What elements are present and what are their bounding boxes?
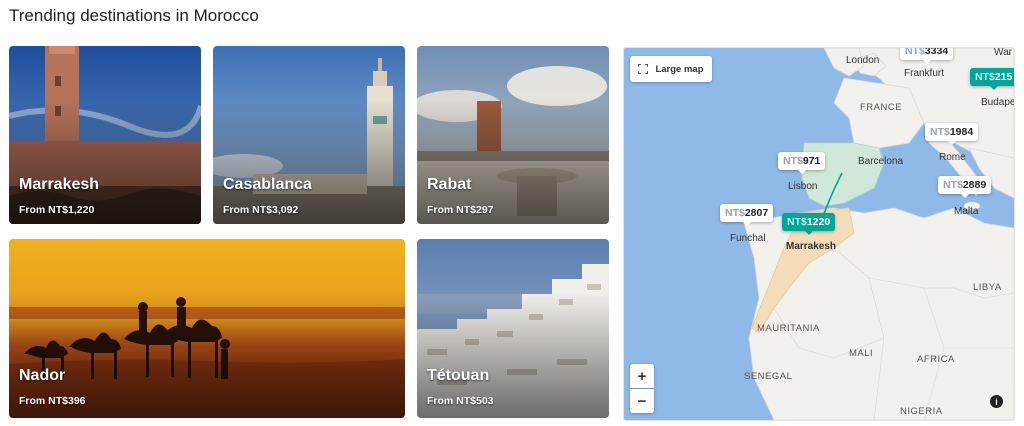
- destination-city: Nador: [19, 367, 66, 384]
- map-label-rome: Rome: [939, 152, 966, 163]
- destination-card-nador[interactable]: Nador From NT$396: [9, 239, 405, 418]
- map-label-lisbon: Lisbon: [788, 181, 818, 192]
- map-label-warsaw: War: [994, 47, 1012, 58]
- destination-city: Tétouan: [427, 367, 490, 384]
- large-map-button[interactable]: Large map: [630, 56, 712, 82]
- zoom-in-button[interactable]: +: [630, 364, 654, 388]
- minus-icon: −: [637, 392, 647, 410]
- zoom-out-button[interactable]: −: [630, 389, 654, 413]
- destination-map[interactable]: Large map London Frankfurt War Budapes F…: [623, 47, 1015, 421]
- destination-card-marrakesh[interactable]: Marrakesh From NT$1,220: [9, 46, 201, 224]
- map-price-pin-marrakesh[interactable]: NT$1220: [782, 213, 836, 235]
- map-label-france: FRANCE: [860, 102, 903, 113]
- map-label-senegal: SENEGAL: [744, 371, 793, 382]
- destination-city: Marrakesh: [19, 176, 100, 193]
- destination-price: From NT$503: [427, 395, 494, 407]
- destination-card-tetouan[interactable]: Tétouan From NT$503: [417, 239, 609, 418]
- destination-price: From NT$396: [19, 395, 86, 407]
- map-label-budapest: Budapes: [981, 97, 1015, 108]
- destination-city: Rabat: [427, 176, 472, 193]
- large-map-label: Large map: [655, 63, 704, 75]
- map-canvas: [624, 48, 1014, 420]
- destination-card-casablanca[interactable]: Casablanca From NT$3,092: [213, 46, 405, 224]
- map-label-nigeria: NIGERIA: [900, 406, 943, 417]
- destination-price: From NT$297: [427, 204, 494, 216]
- expand-icon: [637, 63, 650, 75]
- map-label-barcelona: Barcelona: [858, 156, 904, 167]
- map-label-mauritania: MAURITANIA: [757, 323, 820, 334]
- map-price-pin[interactable]: NT$215: [970, 68, 1014, 90]
- destination-price: From NT$3,092: [223, 204, 299, 216]
- destination-card-rabat[interactable]: Rabat From NT$297: [417, 46, 609, 224]
- section-title: Trending destinations in Morocco: [9, 6, 259, 25]
- map-price-pin[interactable]: NT$3334: [900, 48, 954, 64]
- map-label-funchal: Funchal: [730, 233, 766, 244]
- plus-icon: +: [637, 367, 647, 385]
- map-label-marrakesh: Marrakesh: [786, 241, 837, 252]
- destination-city: Casablanca: [223, 176, 312, 193]
- map-label-malta: Malta: [954, 206, 979, 217]
- map-label-london: London: [846, 55, 880, 66]
- destination-price: From NT$1,220: [19, 204, 95, 216]
- map-price-pin[interactable]: NT$1984: [925, 123, 979, 145]
- map-price-pin[interactable]: NT$2889: [938, 176, 992, 198]
- map-label-frankfurt: Frankfurt: [904, 68, 945, 79]
- map-price-pin[interactable]: NT$971: [778, 152, 826, 174]
- map-label-libya: LIBYA: [973, 282, 1002, 293]
- info-icon: i: [995, 396, 998, 407]
- map-price-pin[interactable]: NT$2807: [720, 204, 774, 226]
- map-label-mali: MALI: [849, 348, 874, 359]
- map-info-button[interactable]: i: [990, 395, 1003, 408]
- map-label-africa: AFRICA: [917, 354, 955, 365]
